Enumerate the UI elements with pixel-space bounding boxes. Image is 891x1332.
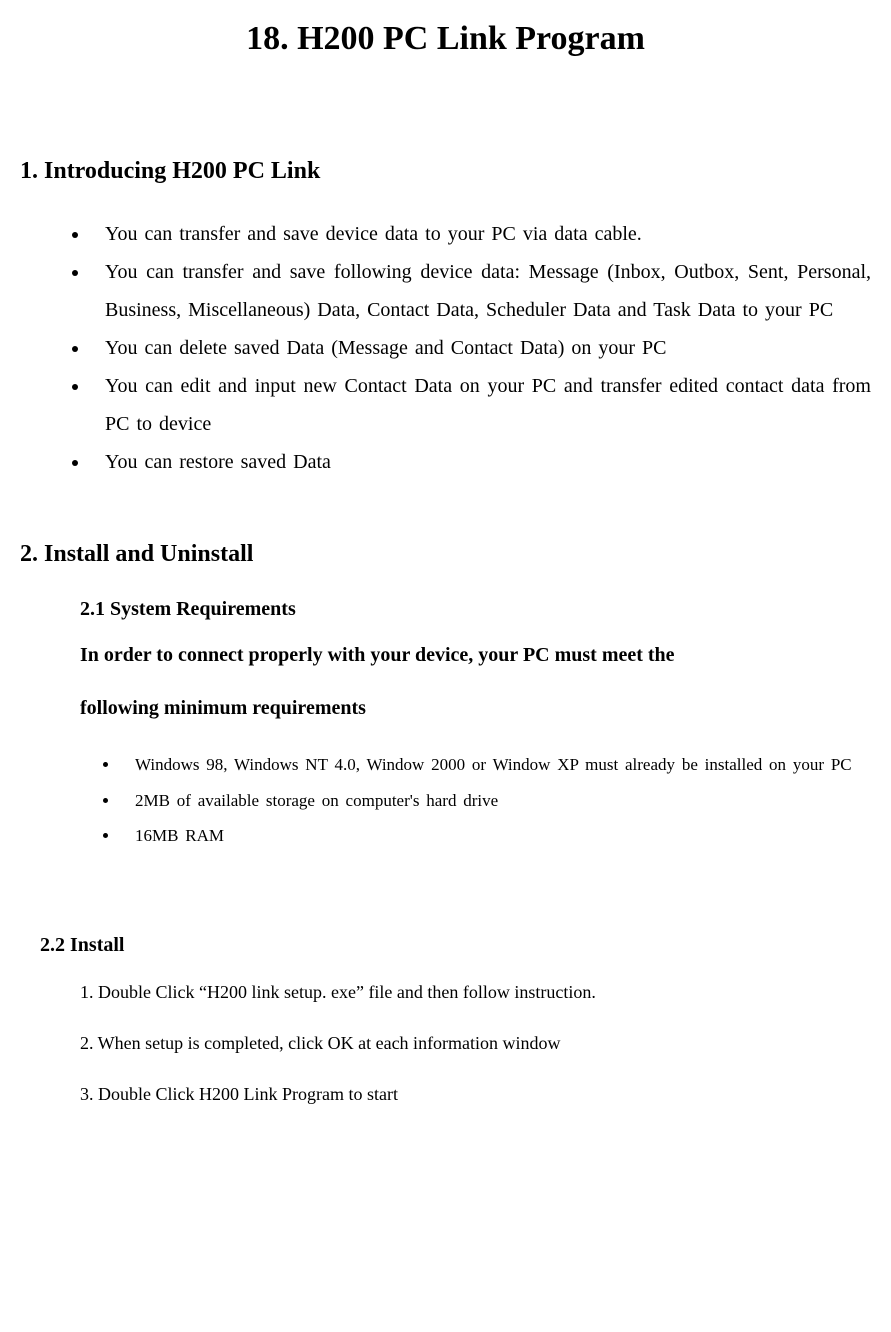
list-item: 2MB of available storage on computer's h… [120, 783, 871, 819]
install-step: 3. Double Click H200 Link Program to sta… [80, 1084, 871, 1105]
list-item: You can transfer and save device data to… [90, 215, 871, 253]
install-step: 1. Double Click “H200 link setup. exe” f… [80, 982, 871, 1003]
intro-list: You can transfer and save device data to… [20, 215, 871, 481]
list-item: You can restore saved Data [90, 443, 871, 481]
requirements-list: Windows 98, Windows NT 4.0, Window 2000 … [20, 747, 871, 854]
list-item: You can edit and input new Contact Data … [90, 367, 871, 443]
list-item: You can transfer and save following devi… [90, 253, 871, 329]
list-item: You can delete saved Data (Message and C… [90, 329, 871, 367]
section-1-heading: 1. Introducing H200 PC Link [20, 158, 871, 185]
section-2-heading: 2. Install and Uninstall [20, 541, 871, 568]
subsection-2-1-heading: 2.1 System Requirements [80, 598, 871, 621]
list-item: 16MB RAM [120, 818, 871, 854]
requirements-intro-2: following minimum requirements [80, 694, 871, 722]
install-step: 2. When setup is completed, click OK at … [80, 1033, 871, 1054]
list-item: Windows 98, Windows NT 4.0, Window 2000 … [120, 747, 871, 783]
install-steps: 1. Double Click “H200 link setup. exe” f… [80, 982, 871, 1105]
page-title: 18. H200 PC Link Program [20, 20, 871, 58]
requirements-intro-1: In order to connect properly with your d… [80, 641, 871, 669]
subsection-2-2-heading: 2.2 Install [40, 934, 871, 957]
